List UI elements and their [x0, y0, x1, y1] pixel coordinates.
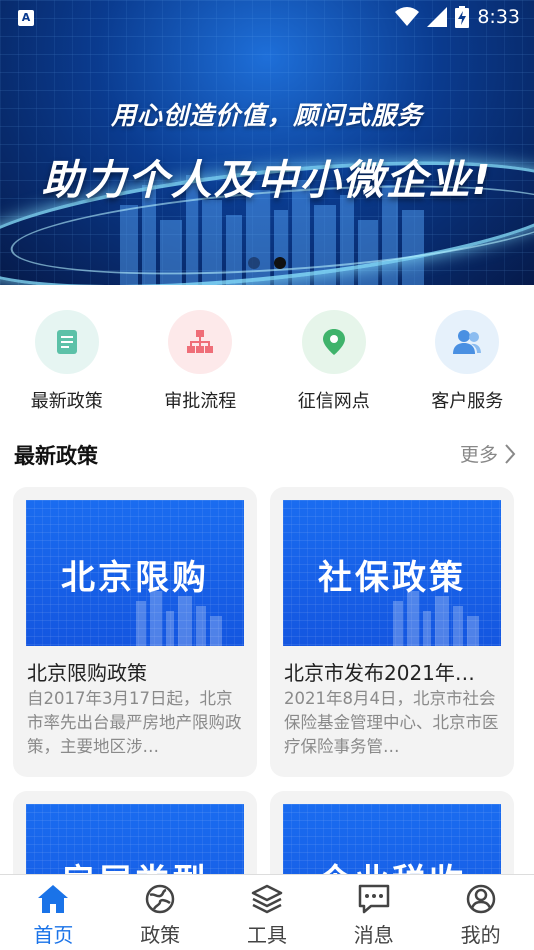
signal-icon — [427, 7, 448, 27]
nav-label: 消息 — [353, 923, 394, 947]
location-pin-icon — [301, 310, 366, 374]
nav-item-messages[interactable]: 消息 — [320, 875, 427, 950]
quick-action-credit-outlets[interactable]: 征信网点 — [267, 310, 401, 413]
section-title: 最新政策 — [14, 444, 98, 468]
profile-icon — [466, 884, 495, 914]
banner-dot-1[interactable] — [248, 257, 260, 269]
nav-item-profile[interactable]: 我的 — [427, 875, 534, 950]
banner-slogan-line1: 用心创造价值，顾问式服务 — [110, 101, 423, 130]
chevron-right-icon — [505, 443, 516, 464]
a-icon: A — [18, 10, 34, 26]
policy-card[interactable]: 北京限购 北京限购政策 自2017年3月17日起，北京市率先出台最严房地产限购政… — [13, 487, 257, 777]
card-description: 自2017年3月17日起，北京市率先出台最严房地产限购政策，主要地区涉… — [27, 689, 242, 756]
battery-charging-icon — [455, 6, 470, 28]
nav-label: 首页 — [33, 923, 74, 947]
banner-dot-2[interactable] — [274, 257, 286, 269]
globe-icon — [145, 884, 175, 914]
quick-action-latest-policy[interactable]: 最新政策 — [0, 310, 134, 413]
quick-actions: 最新政策 审批流程 征信网点 客户服务 — [0, 310, 534, 413]
card-description: 2021年8月4日，北京市社会保险基金管理中心、北京市医疗保险事务管… — [284, 689, 499, 756]
org-chart-icon — [168, 310, 233, 374]
quick-action-customer-service[interactable]: 客户服务 — [401, 310, 534, 413]
policy-card[interactable]: 社保政策 北京市发布2021年… 2021年8月4日，北京市社会保险基金管理中心… — [270, 487, 514, 777]
quick-action-label: 客户服务 — [431, 391, 504, 412]
wifi-icon — [395, 7, 420, 27]
card-title: 北京限购政策 — [27, 661, 147, 685]
nav-label: 政策 — [140, 923, 181, 947]
home-icon — [38, 885, 69, 913]
layers-icon — [251, 884, 283, 914]
quick-action-label: 征信网点 — [297, 391, 370, 412]
nav-item-policy[interactable]: 政策 — [107, 875, 214, 950]
quick-action-approval-process[interactable]: 审批流程 — [134, 310, 268, 413]
card-title: 北京市发布2021年… — [284, 661, 475, 685]
banner-slogan-line2: 助力个人及中小微企业! — [41, 156, 493, 204]
nav-item-home[interactable]: 首页 — [0, 875, 107, 950]
nav-label: 工具 — [246, 923, 287, 947]
more-label: 更多 — [459, 444, 498, 466]
message-icon — [358, 884, 390, 914]
card-thumbnail-text: 社保政策 — [318, 558, 466, 598]
card-thumbnail: 北京限购 — [26, 500, 244, 646]
nav-item-tools[interactable]: 工具 — [214, 875, 321, 950]
card-thumbnail: 社保政策 — [283, 500, 501, 646]
quick-action-label: 审批流程 — [164, 391, 237, 412]
status-bar: A 8:33 — [0, 0, 534, 36]
users-icon — [435, 310, 500, 374]
card-thumbnail-text: 北京限购 — [61, 558, 209, 598]
document-icon — [34, 310, 99, 374]
quick-action-label: 最新政策 — [30, 391, 103, 412]
bottom-nav: 首页 政策 工具 消息 我的 — [0, 874, 534, 950]
hero-banner[interactable]: 用心创造价值，顾问式服务 助力个人及中小微企业! — [0, 0, 534, 285]
banner-pagination[interactable] — [248, 257, 286, 269]
more-link[interactable]: 更多 — [460, 440, 516, 467]
nav-label: 我的 — [460, 923, 501, 947]
status-time: 8:33 — [477, 6, 520, 28]
